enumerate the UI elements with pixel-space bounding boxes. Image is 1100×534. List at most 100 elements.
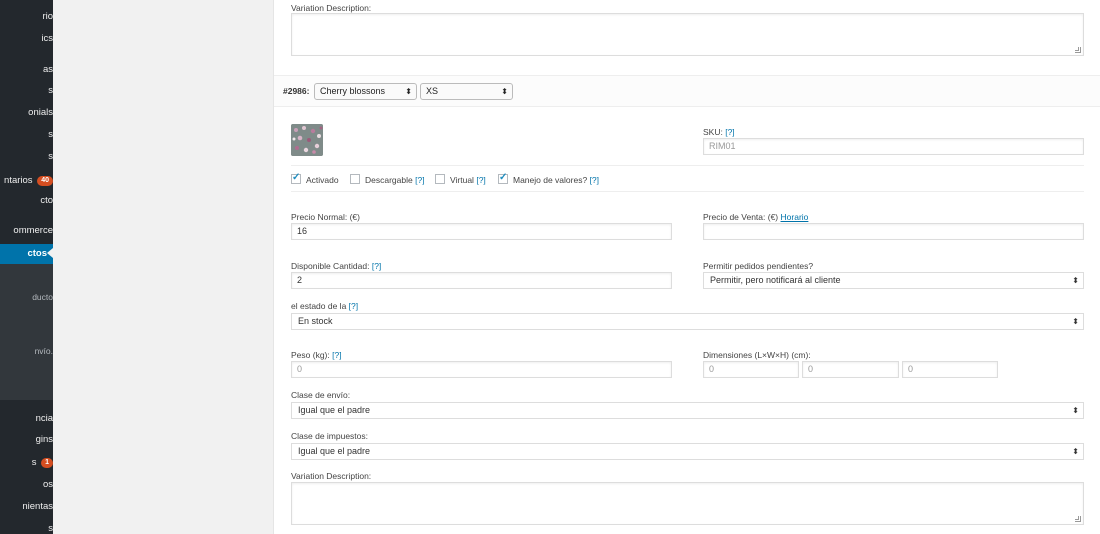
select-arrows-icon: ⬍ (1072, 317, 1079, 326)
virtual-checkbox[interactable] (435, 174, 445, 184)
sidebar-item-paginas[interactable]: s (0, 126, 53, 144)
downloadable-help-link[interactable]: [?] (415, 175, 424, 185)
sidebar-item-testimonials[interactable]: onials (0, 104, 53, 122)
sidebar-item-comentarios[interactable]: ntarios 40 (0, 172, 53, 190)
attribute-size-select[interactable]: XS ⬍ (420, 83, 513, 100)
select-arrows-icon: ⬍ (501, 87, 508, 96)
sidebar-item-usuarios[interactable]: s 1 (0, 454, 53, 472)
attribute-color-value: Cherry blossons (320, 86, 386, 96)
checkbox-label-text: Descargable (365, 175, 413, 185)
tax-class-value: Igual que el padre (298, 446, 371, 456)
top-variation-description-label: Variation Description: (291, 3, 372, 13)
shipping-class-label: Clase de envío: (291, 390, 351, 400)
comments-count-badge: 40 (37, 176, 53, 186)
variation-image-thumbnail[interactable] (291, 124, 323, 156)
select-arrows-icon: ⬍ (405, 87, 412, 96)
sale-price-label: Precio de Venta: (€) Horario (703, 212, 808, 222)
sale-price-input[interactable] (703, 223, 1084, 240)
length-input[interactable]: 0 (703, 361, 799, 378)
manage-stock-checkbox[interactable] (498, 172, 508, 184)
sidebar-item-label: s (31, 457, 37, 468)
weight-input[interactable]: 0 (291, 361, 672, 378)
height-input[interactable]: 0 (902, 361, 998, 378)
sidebar-item-calendario[interactable]: rio (0, 8, 53, 26)
sidebar-item-contacto[interactable]: cto (0, 192, 53, 210)
stock-status-select[interactable]: En stock ⬍ (291, 313, 1084, 330)
schedule-link[interactable]: Horario (781, 212, 809, 222)
weight-label-text: Peso (kg): (291, 350, 330, 360)
variation-description-textarea[interactable] (291, 482, 1084, 525)
weight-help-link[interactable]: [?] (332, 350, 341, 360)
sidebar-item-label: ncia (35, 413, 53, 424)
backorders-select[interactable]: Permitir, pero notificará al cliente ⬍ (703, 272, 1084, 289)
variation-description-label: Variation Description: (291, 471, 372, 481)
shipping-class-value: Igual que el padre (298, 405, 371, 415)
sidebar-item-label: s (48, 85, 53, 96)
stock-status-label-text: el estado de la (291, 301, 347, 311)
stock-qty-input[interactable]: 2 (291, 272, 672, 289)
sku-input[interactable]: RIM01 (703, 138, 1084, 155)
sidebar-item-apariencia[interactable]: ncia (0, 410, 53, 428)
sidebar-item-label: ctos (27, 248, 47, 259)
sidebar-item-analytics[interactable]: ics (0, 30, 53, 48)
fabric-pattern-image (291, 124, 323, 156)
shipping-class-select[interactable]: Igual que el padre ⬍ (291, 402, 1084, 419)
sidebar-item-productos[interactable]: ctos (0, 244, 53, 264)
sidebar-item-label: nientas (22, 501, 53, 512)
variation-id: #2986: (283, 86, 310, 96)
sidebar-item-label: rio (42, 11, 53, 22)
sidebar-item-forms[interactable]: s (0, 148, 53, 166)
sidebar-subitem-label: nvío. (34, 346, 53, 356)
enabled-checkbox-label: Activado (306, 175, 339, 185)
sku-help-link[interactable]: [?] (725, 127, 734, 137)
stock-qty-label: Disponible Cantidad: [?] (291, 261, 381, 271)
admin-sidebar: rio ics as s onials s s ntarios 40 cto o… (0, 0, 53, 534)
enabled-checkbox[interactable] (291, 172, 301, 184)
stock-status-help-link[interactable]: [?] (349, 301, 358, 311)
sidebar-item-label: onials (28, 107, 53, 118)
select-arrows-icon: ⬍ (1072, 406, 1079, 415)
sidebar-item-herramientas[interactable]: nientas (0, 498, 53, 516)
stock-status-label: el estado de la [?] (291, 301, 358, 311)
sidebar-subitem-envio[interactable]: nvío. (0, 346, 53, 358)
sidebar-submenu: ducto nvío. (0, 264, 53, 400)
divider (291, 165, 1084, 166)
sidebar-item-label: ics (41, 33, 53, 44)
checkbox-label-text: Activado (306, 175, 339, 185)
resize-grip-icon[interactable] (1075, 47, 1081, 53)
resize-grip-icon[interactable] (1075, 516, 1081, 522)
backorders-label: Permitir pedidos pendientes? (703, 261, 814, 271)
select-arrows-icon: ⬍ (1072, 276, 1079, 285)
tax-class-select[interactable]: Igual que el padre ⬍ (291, 443, 1084, 460)
virtual-help-link[interactable]: [?] (476, 175, 485, 185)
dimensions-label: Dimensiones (L×W×H) (cm): (703, 350, 811, 360)
sidebar-item-label: s (48, 523, 53, 534)
sidebar-item-todos[interactable]: os (0, 476, 53, 494)
sidebar-item-ajustes[interactable]: s (0, 520, 53, 534)
backorders-value: Permitir, pero notificará al cliente (710, 275, 841, 285)
sidebar-item-label: gins (35, 434, 53, 445)
regular-price-input[interactable]: 16 (291, 223, 672, 240)
sidebar-subitem-producto[interactable]: ducto (0, 292, 53, 304)
sidebar-item-label: as (42, 64, 53, 75)
stock-qty-label-text: Disponible Cantidad: (291, 261, 370, 271)
downloadable-checkbox[interactable] (350, 174, 360, 184)
sidebar-item-label: os (42, 479, 53, 490)
attribute-color-select[interactable]: Cherry blossons ⬍ (314, 83, 417, 100)
sidebar-subitem-label: ducto (32, 292, 53, 302)
stock-qty-help-link[interactable]: [?] (372, 261, 381, 271)
sku-label: SKU: [?] (703, 127, 735, 137)
manage-stock-help-link[interactable]: [?] (590, 175, 599, 185)
width-input[interactable]: 0 (802, 361, 899, 378)
attribute-size-value: XS (426, 86, 439, 96)
sidebar-item-label: cto (40, 195, 53, 206)
checkbox-label-text: Virtual (450, 175, 474, 185)
regular-price-label: Precio Normal: (€) (291, 212, 360, 222)
sale-price-label-text: Precio de Venta: (€) (703, 212, 779, 222)
sidebar-item-entradas[interactable]: as (0, 61, 53, 79)
sidebar-item-plugins[interactable]: gins (0, 431, 53, 449)
sidebar-item-label: s (48, 151, 53, 162)
sidebar-item-woocommerce[interactable]: ommerce (0, 222, 53, 240)
sidebar-item-medios[interactable]: s (0, 82, 53, 100)
top-variation-description-textarea[interactable] (291, 13, 1084, 56)
